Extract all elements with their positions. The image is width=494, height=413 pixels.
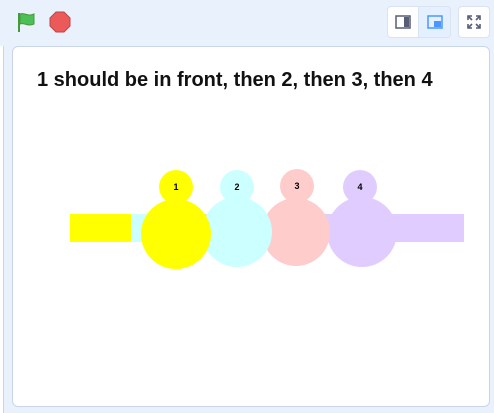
sprite-4-label: 4 xyxy=(357,182,362,192)
normal-stage-button[interactable] xyxy=(419,6,451,38)
stage-header xyxy=(0,0,494,46)
fullscreen-icon xyxy=(467,15,481,29)
green-flag-icon xyxy=(18,13,35,32)
sprite-1-bar xyxy=(70,214,131,242)
normal-stage-icon xyxy=(426,15,443,29)
small-stage-button[interactable] xyxy=(387,6,419,38)
sprite-3-body xyxy=(262,198,330,266)
sprite-1-label: 1 xyxy=(173,182,178,192)
sprite-2-label: 2 xyxy=(234,182,239,192)
fullscreen-button[interactable] xyxy=(458,6,490,38)
stage[interactable]: 1 should be in front, then 2, then 3, th… xyxy=(12,46,490,407)
stop-icon xyxy=(49,11,71,33)
sprite-4-body xyxy=(327,197,397,267)
sprite-2-body xyxy=(202,197,272,267)
small-stage-icon xyxy=(395,15,411,29)
sprite-3-label: 3 xyxy=(294,181,299,191)
sprite-scene: 4 3 2 1 xyxy=(70,169,464,269)
green-flag-button[interactable] xyxy=(12,8,40,36)
editor-panel-edge xyxy=(0,46,4,413)
stop-button[interactable] xyxy=(46,8,74,36)
sprite-1-body xyxy=(141,199,211,269)
